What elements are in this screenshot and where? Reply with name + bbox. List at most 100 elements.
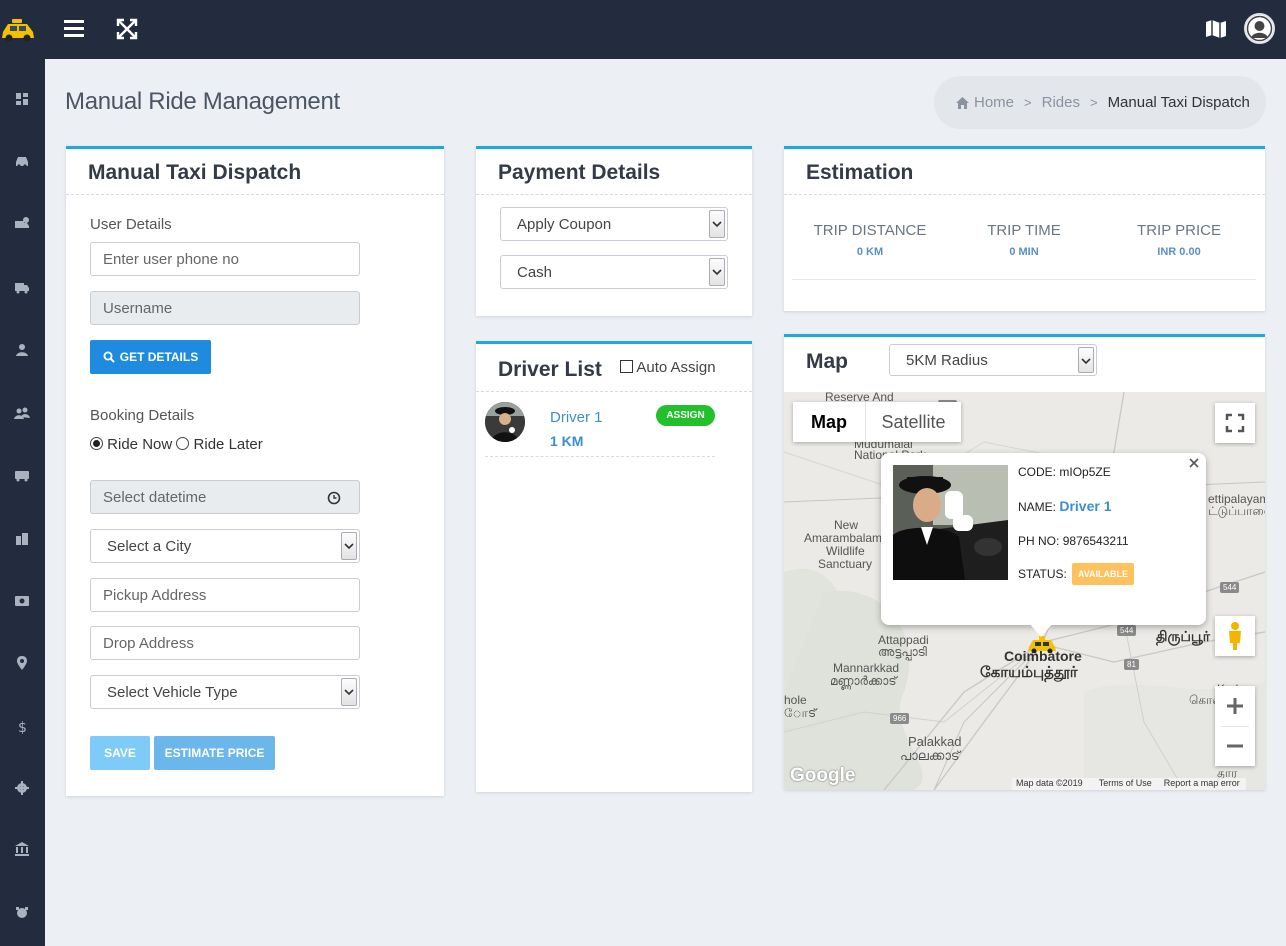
- divider: [792, 279, 1256, 280]
- driver-distance: 1 KM: [550, 433, 584, 449]
- ride-later-radio[interactable]: [176, 437, 190, 450]
- road-badge: 966: [890, 713, 910, 724]
- location-pin-icon[interactable]: [14, 655, 30, 671]
- payment-method-select[interactable]: Cash: [500, 255, 728, 289]
- trip-price-label: TRIP PRICE: [1137, 222, 1221, 239]
- status-badge: AVAILABLE: [1071, 563, 1135, 585]
- info-name-label: NAME:: [1018, 500, 1057, 514]
- map-attribution: Map data ©2019 Terms of Use Report a map…: [1012, 778, 1246, 790]
- drop-address-input[interactable]: [90, 626, 360, 660]
- trip-price-value: INR 0.00: [1157, 246, 1201, 258]
- get-details-button[interactable]: GET DETAILS: [90, 340, 211, 374]
- cog-icon[interactable]: [14, 780, 30, 796]
- booking-details-label: Booking Details: [90, 407, 195, 424]
- ride-type-radios: Ride Now Ride Later: [90, 436, 263, 453]
- bank-icon[interactable]: [14, 841, 30, 857]
- phone-input[interactable]: [90, 242, 360, 276]
- road-badge: 544: [1117, 625, 1137, 636]
- pegman-icon: [1229, 622, 1241, 650]
- fullscreen-icon: [1225, 413, 1245, 433]
- map-type-toggle: Map Satellite: [793, 402, 961, 442]
- ride-later-label: Ride Later: [193, 436, 263, 453]
- users-icon[interactable]: [14, 405, 30, 421]
- coupon-select[interactable]: Apply Coupon: [500, 207, 728, 241]
- radius-select[interactable]: 5KM Radius: [889, 344, 1097, 376]
- trip-time-value: 0 MIN: [1009, 246, 1039, 258]
- street-view-button[interactable]: [1215, 616, 1255, 656]
- support-icon[interactable]: [14, 904, 30, 920]
- zoom-out-button[interactable]: [1215, 726, 1255, 766]
- dashboard-icon[interactable]: [14, 91, 30, 107]
- chevron-down-icon: [709, 258, 725, 286]
- google-logo: Google: [790, 765, 856, 786]
- auto-assign[interactable]: Auto Assign: [620, 359, 716, 376]
- estimation-card: Estimation TRIP DISTANCE 0 KM TRIP TIME …: [784, 146, 1265, 311]
- tab-map[interactable]: Map: [793, 402, 865, 442]
- breadcrumb-current: Manual Taxi Dispatch: [1107, 94, 1250, 111]
- datetime-input[interactable]: Select datetime: [90, 480, 360, 514]
- user-details-label: User Details: [90, 216, 172, 233]
- truck-icon[interactable]: [14, 279, 30, 295]
- map-fullscreen-button[interactable]: [1215, 403, 1255, 443]
- vehicle-type-select-value: Select Vehicle Type: [107, 683, 238, 701]
- estimate-price-button[interactable]: ESTIMATE PRICE: [154, 736, 275, 770]
- pickup-address-input[interactable]: [90, 578, 360, 612]
- truck-clock-icon[interactable]: [14, 216, 30, 232]
- plus-icon: [1227, 698, 1243, 714]
- info-status-label: STATUS:: [1018, 567, 1067, 581]
- taxi-logo-icon[interactable]: [0, 14, 36, 44]
- zoom-in-button[interactable]: [1215, 686, 1255, 726]
- coupon-select-value: Apply Coupon: [517, 215, 612, 233]
- auto-assign-checkbox[interactable]: [620, 360, 633, 373]
- payment-method-value: Cash: [517, 263, 553, 281]
- taxi-marker-icon[interactable]: [1026, 635, 1058, 654]
- assign-button[interactable]: ASSIGN: [656, 405, 715, 426]
- breadcrumb-home-link[interactable]: Home: [974, 94, 1014, 111]
- payment-card: Payment Details Apply Coupon Cash: [476, 146, 752, 316]
- info-name-value[interactable]: Driver 1: [1059, 498, 1111, 514]
- datetime-placeholder: Select datetime: [103, 488, 207, 506]
- page-title: Manual Ride Management: [65, 88, 340, 115]
- trip-time-label: TRIP TIME: [987, 222, 1061, 239]
- search-icon: [103, 351, 115, 363]
- fullscreen-icon[interactable]: [114, 16, 140, 42]
- car-icon[interactable]: [14, 153, 30, 169]
- trip-distance-value: 0 KM: [856, 246, 884, 258]
- chevron-down-icon: [341, 532, 357, 560]
- info-code-label: CODE:: [1018, 465, 1057, 479]
- city-select[interactable]: Select a City: [90, 529, 360, 563]
- user-icon[interactable]: [14, 342, 30, 358]
- ride-now-radio[interactable]: [90, 437, 103, 450]
- building-icon[interactable]: [14, 530, 30, 546]
- user-avatar[interactable]: [1244, 13, 1275, 44]
- username-input[interactable]: [90, 291, 360, 325]
- city-select-value: Select a City: [107, 537, 192, 555]
- info-window-pointer: [1029, 623, 1053, 637]
- get-details-label: GET DETAILS: [119, 350, 199, 364]
- save-button[interactable]: SAVE: [90, 736, 150, 770]
- map-view[interactable]: Reserve And Mudumalai National Park New …: [784, 392, 1265, 790]
- dollar-icon[interactable]: $: [14, 718, 30, 736]
- terms-link[interactable]: Terms of Use: [1099, 778, 1152, 790]
- vehicle-type-select[interactable]: Select Vehicle Type: [90, 675, 360, 709]
- breadcrumb-separator-icon: >: [1024, 95, 1032, 110]
- zoom-controls: [1215, 686, 1255, 766]
- close-icon[interactable]: [1188, 457, 1200, 469]
- driver-list-title: Driver List: [498, 358, 602, 381]
- map-label: ட்டுப்பாளை: [1208, 504, 1265, 518]
- estimation-title: Estimation: [806, 161, 914, 184]
- tab-satellite[interactable]: Satellite: [865, 402, 961, 442]
- driver-info-window: CODE: mIOp5ZE NAME: Driver 1 PH NO: 9876…: [881, 453, 1206, 637]
- money-icon[interactable]: [14, 593, 30, 609]
- map-icon[interactable]: [1204, 17, 1228, 41]
- chevron-down-icon: [1078, 347, 1094, 373]
- report-error-link[interactable]: Report a map error: [1164, 778, 1240, 790]
- menu-icon[interactable]: [62, 16, 88, 42]
- road-badge: 544: [1220, 582, 1240, 593]
- clock-icon: [327, 491, 341, 505]
- payment-title: Payment Details: [498, 161, 661, 184]
- chevron-down-icon: [709, 210, 725, 238]
- list-item[interactable]: Driver 1 1 KM ASSIGN: [485, 402, 715, 457]
- bus-icon[interactable]: [14, 467, 30, 483]
- breadcrumb-rides-link[interactable]: Rides: [1042, 94, 1080, 111]
